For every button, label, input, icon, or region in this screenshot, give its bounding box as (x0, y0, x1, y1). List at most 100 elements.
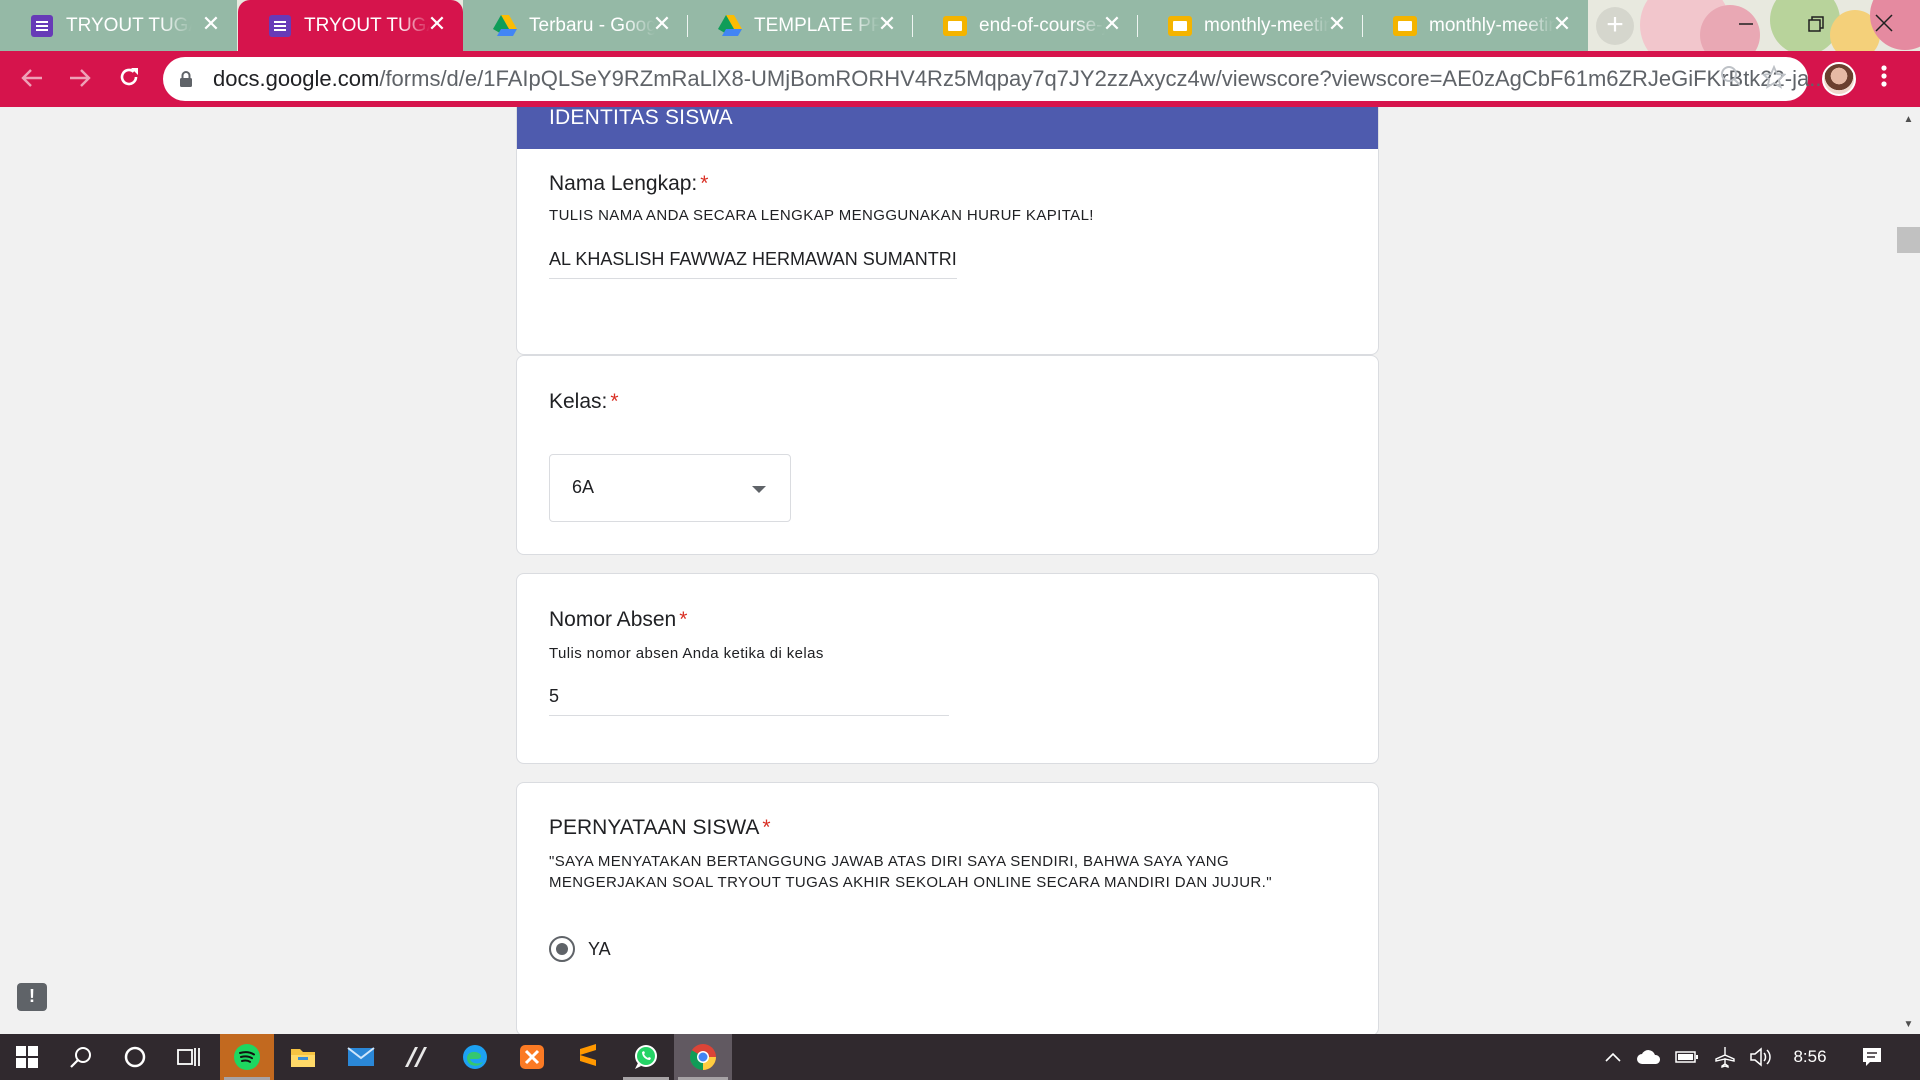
tab-strip: TRYOUT TUGAS AKHIR SEKOLAH ✕ TRYOUT TUGA… (0, 0, 1920, 51)
profile-avatar[interactable] (1822, 62, 1856, 96)
section-header-card: IDENTITAS SISWA Nama Lengkap: * TULIS NAM… (516, 107, 1379, 355)
question-title-pernyataan: PERNYATAAN SISWA * (549, 816, 771, 840)
browser-menu-button[interactable] (1872, 61, 1896, 97)
zoom-icon[interactable] (1717, 65, 1745, 93)
taskbar-mail[interactable] (334, 1034, 388, 1080)
new-tab-button[interactable]: + (1596, 7, 1634, 45)
close-icon[interactable]: ✕ (650, 12, 674, 36)
google-slides-icon (943, 14, 967, 38)
google-slides-icon (1168, 14, 1192, 38)
windows-taskbar: 8:56 (0, 1034, 1920, 1080)
close-icon[interactable]: ✕ (1325, 12, 1349, 36)
battery-tray[interactable] (1672, 1034, 1702, 1080)
scroll-down-arrow-icon[interactable]: ▼ (1897, 1016, 1920, 1034)
section-title: IDENTITAS SISWA (549, 107, 733, 129)
tab-end-of-course[interactable]: end-of-course-journal ✕ (913, 0, 1138, 51)
required-asterisk: * (610, 390, 619, 413)
windows-start-icon (16, 1046, 38, 1068)
chrome-icon (690, 1044, 716, 1071)
taskbar-xampp[interactable] (505, 1034, 559, 1080)
forward-arrow-icon (70, 69, 91, 87)
cortana-button[interactable] (108, 1034, 162, 1080)
mail-icon (347, 1047, 375, 1066)
question-description-absen: Tulis nomor absen Anda ketika di kelas (549, 645, 824, 662)
report-feedback-button[interactable]: ! (17, 983, 47, 1011)
question-description-pernyataan-line1: "SAYA MENYATAKAN BERTANGGUNG JAWAB ATAS … (549, 853, 1230, 870)
cloud-icon (1637, 1050, 1661, 1064)
onedrive-tray[interactable] (1634, 1034, 1664, 1080)
taskbar-sublime[interactable] (561, 1034, 615, 1080)
question-title-nama: Nama Lengkap: * (549, 172, 708, 196)
tab-drive-terbaru[interactable]: Terbaru - Google Drive ✕ (463, 0, 688, 51)
tab-monthly-meeting-1[interactable]: monthly-meeting ✕ (1138, 0, 1363, 51)
radio-label-ya: YA (588, 939, 611, 959)
task-view-button[interactable] (162, 1034, 216, 1080)
minimize-icon (1739, 23, 1753, 25)
taskbar-pen-app[interactable] (390, 1034, 444, 1080)
volume-tray[interactable] (1746, 1034, 1776, 1080)
restore-button[interactable] (1794, 8, 1838, 42)
radio-ya (549, 936, 575, 962)
required-asterisk: * (762, 816, 771, 839)
reload-button[interactable] (111, 61, 147, 97)
required-asterisk: * (700, 172, 709, 195)
bookmark-star-icon[interactable] (1760, 64, 1788, 93)
address-bar[interactable]: docs.google.com/forms/d/e/1FAIpQLSeY9RZm… (163, 57, 1828, 101)
close-icon[interactable]: ✕ (1550, 12, 1574, 36)
tab-tryout-1[interactable]: TRYOUT TUGAS AKHIR SEKOLAH ✕ (0, 0, 237, 51)
question-card-absen: Nomor Absen * Tulis nomor absen Anda keti… (516, 573, 1379, 764)
tab-title: TEMPLATE PPT - Google Drive (754, 14, 880, 36)
tab-title: TRYOUT TUGAS AKHIR SEKOLAH (66, 14, 192, 36)
forward-button[interactable] (62, 61, 98, 97)
url-path: /forms/d/e/1FAIpQLSeY9RZmRaLlX8-UMjBomRO… (379, 66, 1828, 91)
clock[interactable]: 8:56 (1784, 1034, 1836, 1080)
airplane-mode-tray[interactable] (1710, 1034, 1740, 1080)
page-scrollbar[interactable]: ▲ ▼ (1897, 107, 1920, 1034)
tab-title: Terbaru - Google Drive (529, 14, 655, 36)
kelas-dropdown[interactable]: 6A (549, 454, 791, 522)
taskbar-chrome[interactable] (674, 1034, 732, 1080)
tab-monthly-meeting-2[interactable]: monthly-meeting ✕ (1363, 0, 1588, 51)
xampp-icon (520, 1045, 544, 1069)
url-text[interactable]: docs.google.com/forms/d/e/1FAIpQLSeY9RZm… (213, 57, 1873, 101)
taskbar-spotify[interactable] (220, 1034, 274, 1080)
close-window-button[interactable] (1862, 8, 1906, 42)
radio-selected-dot (556, 943, 568, 955)
google-forms-icon (30, 14, 54, 38)
tab-drive-template[interactable]: TEMPLATE PPT - Google Drive ✕ (688, 0, 913, 51)
question-title-text: PERNYATAAN SISWA (549, 816, 760, 839)
tab-title: end-of-course-journal (979, 14, 1105, 36)
notification-center-button[interactable] (1852, 1034, 1892, 1080)
taskbar-whatsapp[interactable] (619, 1034, 673, 1080)
windows-start-button[interactable] (0, 1034, 54, 1080)
chevron-up-icon (1605, 1052, 1621, 1062)
google-forms-icon (268, 14, 292, 38)
section-header: IDENTITAS SISWA (517, 107, 1378, 149)
tab-tryout-2[interactable]: TRYOUT TUGAS AKHIR SEKOLAH ✕ (238, 0, 463, 51)
show-hidden-icons-button[interactable] (1600, 1034, 1626, 1080)
close-icon[interactable]: ✕ (1100, 12, 1124, 36)
cortana-icon (124, 1046, 146, 1068)
question-description-pernyataan-line2: MENGERJAKAN SOAL TRYOUT TUGAS AKHIR SEKO… (549, 874, 1272, 891)
tab-title: monthly-meeting (1429, 14, 1555, 36)
close-icon[interactable]: ✕ (875, 12, 899, 36)
close-icon[interactable]: ✕ (199, 12, 223, 36)
question-card-pernyataan: PERNYATAAN SISWA * "SAYA MENYATAKAN BERTA… (516, 782, 1379, 1034)
back-arrow-icon (21, 69, 42, 87)
search-button[interactable] (54, 1034, 108, 1080)
back-button[interactable] (14, 61, 50, 97)
scroll-up-arrow-icon[interactable]: ▲ (1897, 111, 1920, 129)
close-icon[interactable]: ✕ (425, 12, 449, 36)
question-title-text: Kelas: (549, 390, 608, 413)
reload-icon (120, 68, 138, 86)
scrollbar-thumb[interactable] (1897, 227, 1920, 253)
question-title-kelas: Kelas: * (549, 390, 619, 414)
question-title-text: Nama Lengkap: (549, 172, 698, 195)
dropdown-arrow-icon (752, 486, 766, 493)
answer-nama: AL KHASLISH FAWWAZ HERMAWAN SUMANTRI (549, 249, 957, 279)
google-slides-icon (1393, 14, 1417, 38)
taskbar-edge[interactable] (448, 1034, 502, 1080)
google-drive-icon (718, 14, 742, 38)
taskbar-file-explorer[interactable] (276, 1034, 330, 1080)
minimize-button[interactable] (1724, 8, 1768, 42)
